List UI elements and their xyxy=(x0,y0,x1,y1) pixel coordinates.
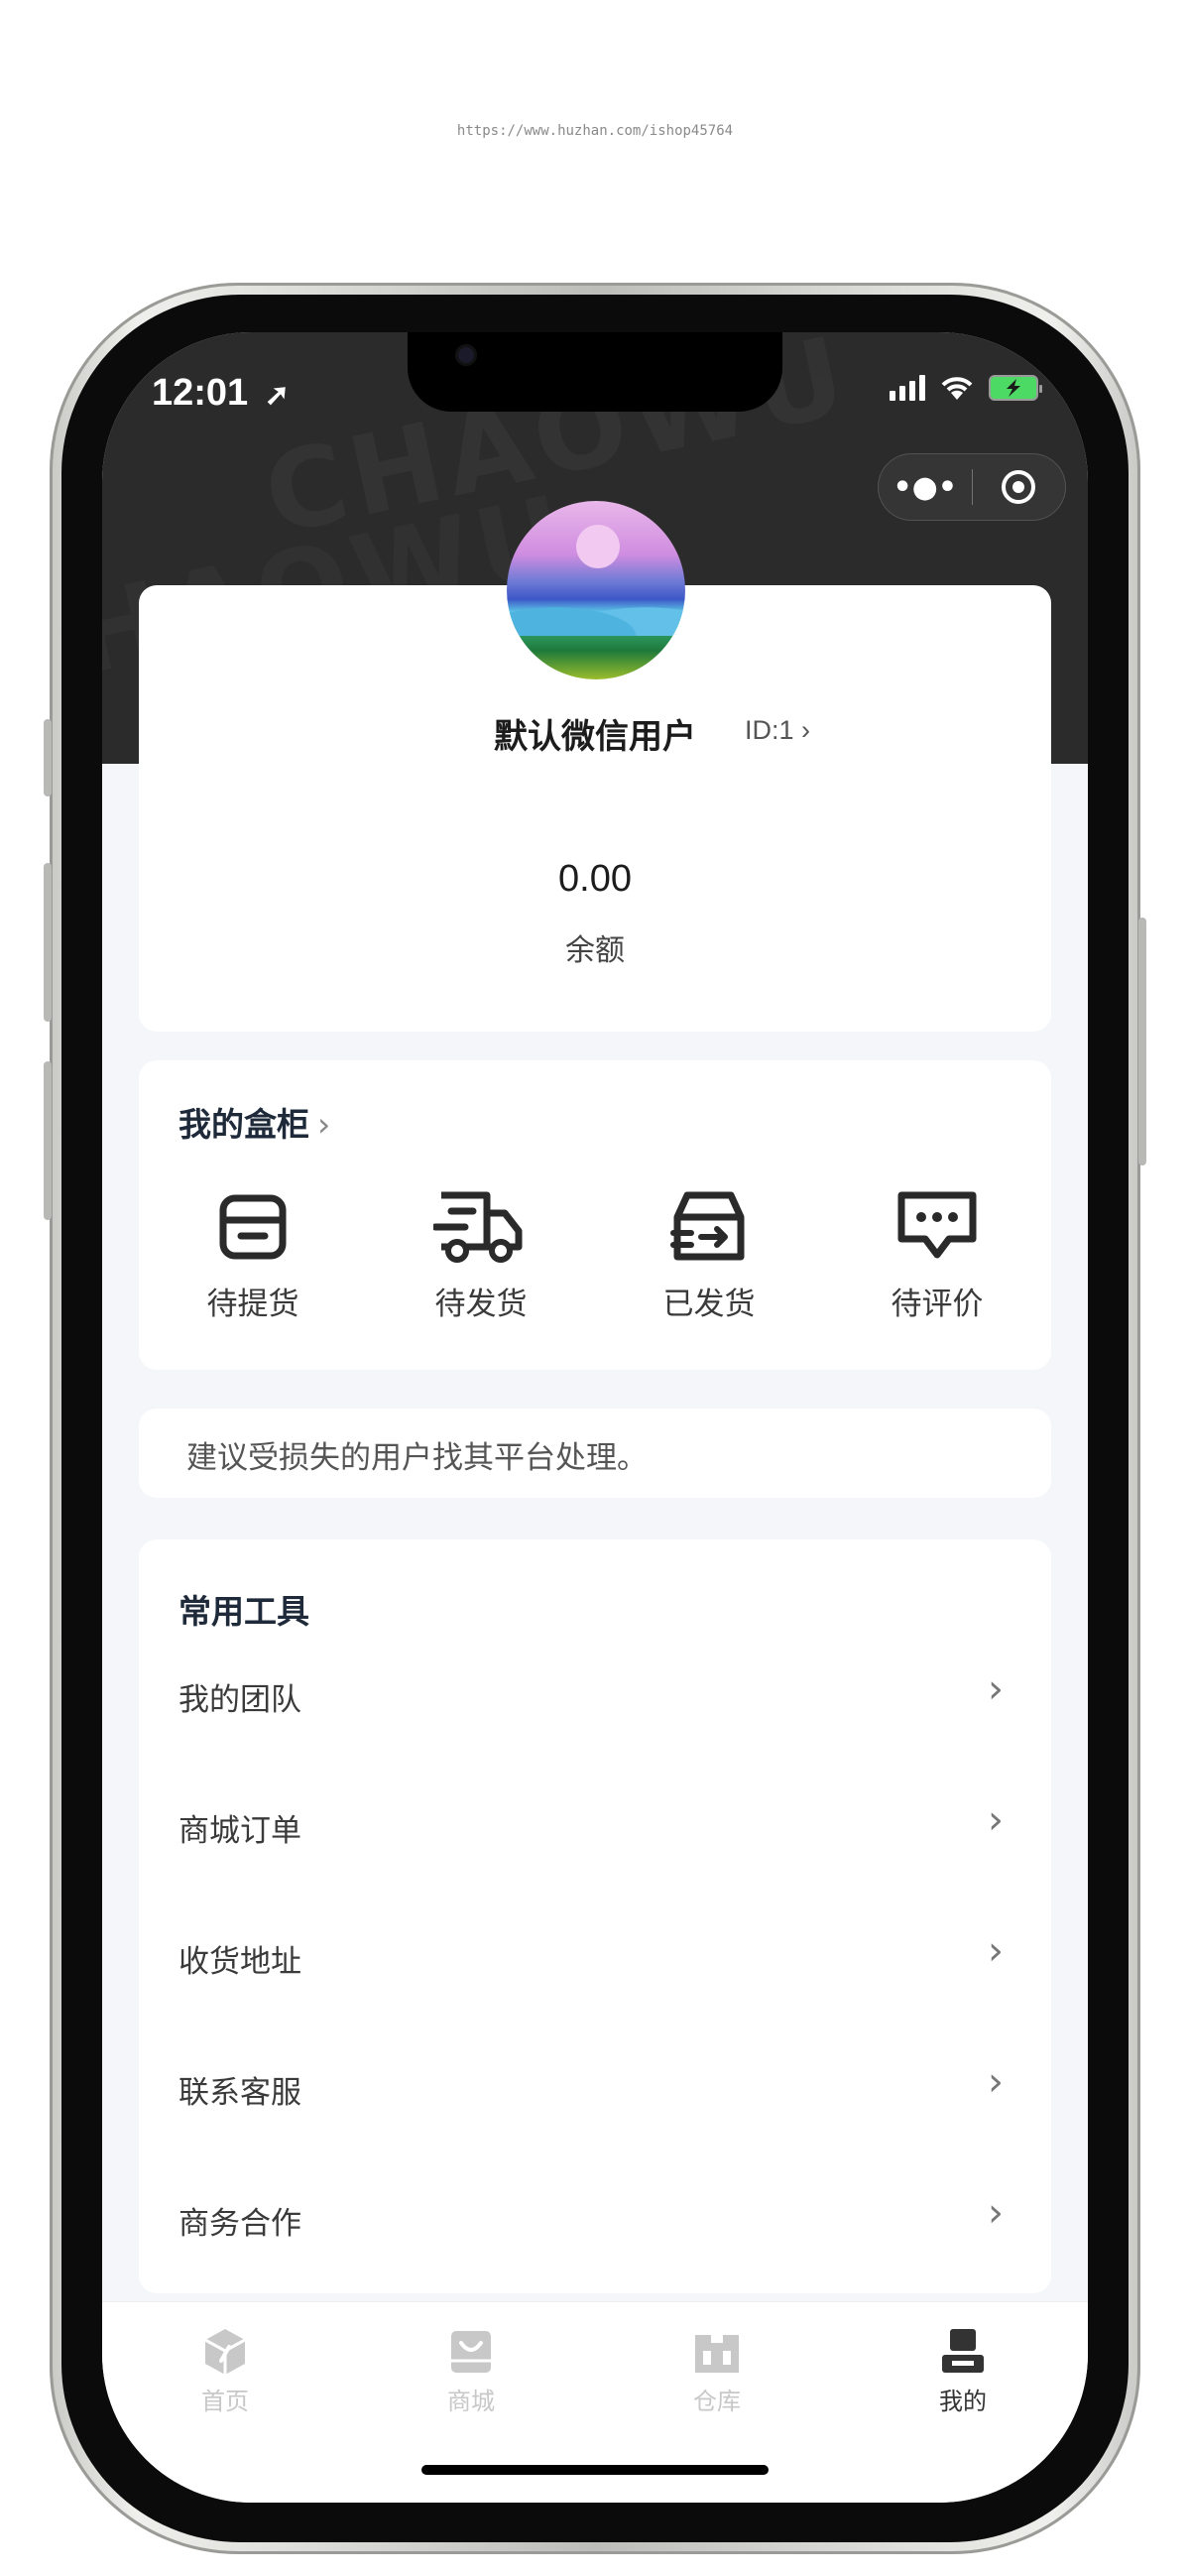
box-cabinet-items: 待提货 待发货 已发货 待评价 xyxy=(139,1187,1051,1323)
tool-row-business-cooperation[interactable]: 商务合作 › xyxy=(139,2160,1051,2291)
battery-charging-icon xyxy=(989,375,1042,401)
cabinet-item-label: 待评价 xyxy=(891,1287,984,1322)
cabinet-item-pending-pickup[interactable]: 待提货 xyxy=(139,1187,367,1323)
volume-down-button xyxy=(44,1061,52,1220)
box-icon xyxy=(205,1187,300,1267)
chevron-right-icon: › xyxy=(317,1105,331,1144)
tool-row-customer-service[interactable]: 联系客服 › xyxy=(139,2029,1051,2160)
cabinet-item-label: 待提货 xyxy=(206,1287,299,1322)
home-indicator[interactable] xyxy=(421,2465,769,2475)
tab-mine[interactable]: 我的 xyxy=(840,2326,1086,2416)
box-cabinet-header[interactable]: 我的盒柜 › xyxy=(178,1098,330,1146)
cabinet-item-label: 待发货 xyxy=(434,1287,528,1322)
chevron-right-icon: › xyxy=(793,715,811,745)
tab-warehouse[interactable]: 仓库 xyxy=(594,2326,840,2416)
tool-row-my-team[interactable]: 我的团队 › xyxy=(139,1637,1051,1768)
cabinet-item-pending-shipment[interactable]: 待发货 xyxy=(367,1187,595,1323)
status-icons xyxy=(890,374,1042,402)
balance-label: 余额 xyxy=(565,933,625,968)
tab-label: 首页 xyxy=(201,2388,249,2415)
tool-label: 我的团队 xyxy=(178,1682,301,1718)
chevron-right-icon: › xyxy=(988,1797,1004,1843)
cabinet-item-shipped[interactable]: 已发货 xyxy=(595,1187,823,1323)
box-cabinet-card: 我的盒柜 › 待提货 待发货 已发货 待评价 xyxy=(139,1060,1051,1370)
username: 默认微信用户 xyxy=(494,717,696,757)
chevron-right-icon: › xyxy=(988,2190,1004,2236)
avatar-sun-shape xyxy=(576,525,620,568)
cabinet-item-pending-review[interactable]: 待评价 xyxy=(823,1187,1051,1323)
warehouse-icon xyxy=(687,2326,747,2378)
ellipsis-icon[interactable]: •●• xyxy=(879,470,972,505)
watermark-url: https://www.huzhan.com/ishop45764 xyxy=(456,123,734,139)
volume-up-button xyxy=(44,863,52,1022)
notice-text: 建议受损失的用户找其平台处理。 xyxy=(186,1440,648,1476)
front-camera xyxy=(455,344,477,366)
balance-value[interactable]: 0.00 xyxy=(102,858,1088,901)
tab-home[interactable]: 首页 xyxy=(102,2326,348,2416)
chevron-right-icon: › xyxy=(988,2059,1004,2105)
common-tools-card: 常用工具 我的团队 › 商城订单 › 收货地址 › 联系客服 › 商务合作 › xyxy=(139,1539,1051,2293)
miniprogram-capsule: •●• xyxy=(878,453,1066,521)
chevron-right-icon: › xyxy=(988,1666,1004,1712)
shop-bag-icon xyxy=(441,2326,501,2378)
tab-mall[interactable]: 商城 xyxy=(348,2326,594,2416)
wifi-icon xyxy=(941,377,973,400)
tab-label: 仓库 xyxy=(693,2388,741,2415)
tool-row-shipping-address[interactable]: 收货地址 › xyxy=(139,1899,1051,2029)
truck-icon xyxy=(433,1187,529,1267)
status-time-text: 12:01 xyxy=(152,372,249,414)
screen: CHAOWU CHAOWU 12:01 ➚ •●• 默认微信用户 I xyxy=(102,332,1088,2503)
signal-icon xyxy=(890,375,925,401)
tool-label: 联系客服 xyxy=(178,2075,301,2111)
common-tools-title: 常用工具 xyxy=(178,1592,309,1631)
cabinet-item-label: 已发货 xyxy=(662,1287,756,1322)
tab-label: 商城 xyxy=(447,2388,495,2415)
box-cabinet-title: 我的盒柜 xyxy=(178,1105,309,1144)
tool-label: 收货地址 xyxy=(178,1944,301,1980)
avatar-hills-shape xyxy=(507,586,685,636)
tab-label: 我的 xyxy=(939,2388,987,2415)
comment-icon xyxy=(890,1187,985,1267)
status-time: 12:01 ➚ xyxy=(152,372,290,415)
location-arrow-icon: ➚ xyxy=(264,379,290,412)
user-id-text: ID:1 xyxy=(745,715,794,745)
user-icon xyxy=(933,2326,993,2378)
shipped-box-icon xyxy=(661,1187,757,1267)
tool-row-mall-orders[interactable]: 商城订单 › xyxy=(139,1768,1051,1899)
home-cube-icon xyxy=(195,2326,255,2378)
notice-card: 建议受损失的用户找其平台处理。 xyxy=(139,1409,1051,1498)
tool-label: 商城订单 xyxy=(178,1813,301,1849)
target-icon[interactable] xyxy=(973,470,1066,504)
user-id-link[interactable]: ID:1 › xyxy=(745,715,810,746)
tool-label: 商务合作 xyxy=(178,2206,301,2242)
power-button xyxy=(1138,918,1146,1165)
chevron-right-icon: › xyxy=(988,1928,1004,1974)
avatar[interactable] xyxy=(507,501,685,679)
mute-switch xyxy=(44,719,52,797)
